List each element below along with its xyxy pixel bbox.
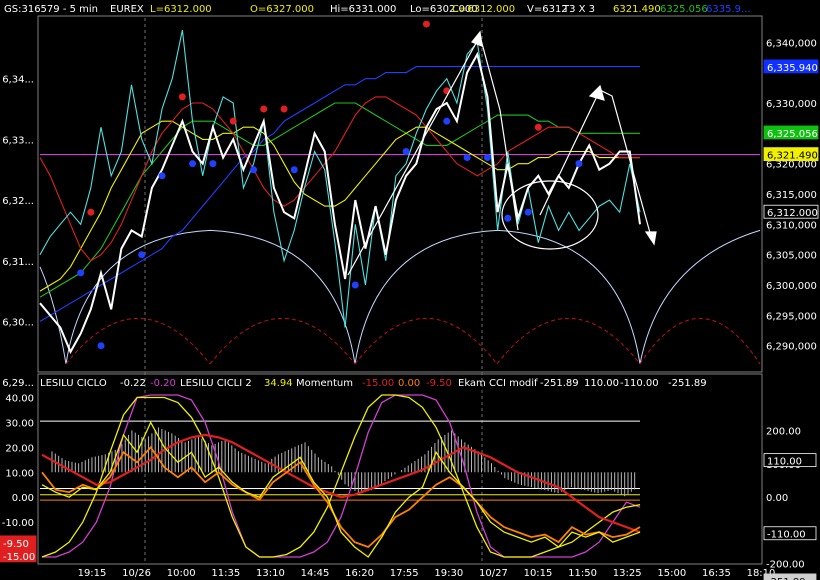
x-tick-label: 11:35 (211, 568, 240, 579)
x-tick-label: 17:55 (390, 568, 419, 579)
indicator-y-tick-right: -200.00 (766, 560, 805, 571)
header-last: L=6312.000 (150, 4, 212, 15)
price-y-tick-right: 6,305,000 (766, 251, 817, 262)
legend-mom-v1: -15.00 (362, 378, 394, 389)
header-ma1: 6321.490 (613, 4, 661, 15)
legend-cci-v3: -110.00 (620, 378, 659, 389)
indicator-y-tick-left: 10.00 (5, 468, 34, 479)
signal-dot (290, 166, 298, 174)
x-tick-label: 15:00 (657, 568, 686, 579)
header-open: O=6327.000 (250, 4, 314, 15)
value-badge-text: 6,312.000 (767, 208, 818, 219)
legend-cycle1-name: LESILU CICLO (40, 378, 107, 389)
legend-mom-v3: -9.50 (426, 378, 452, 389)
signal-dot (209, 160, 217, 168)
price-header: GS:316579 - 5 min EUREX L=6312.000 O=632… (4, 4, 751, 15)
indicator-y-tick-right: 200.00 (766, 427, 801, 438)
x-tick-label: 10:15 (524, 568, 553, 579)
signal-dot (138, 251, 146, 259)
x-tick-label: 19:15 (78, 568, 107, 579)
header-close: C=6312.000 (452, 4, 515, 15)
x-tick-label: 10/26 (122, 568, 151, 579)
trading-chart: GS:316579 - 5 min EUREX L=6312.000 O=632… (0, 4, 819, 580)
header-symbol: GS:316579 - 5 min (4, 4, 98, 15)
signal-dot (504, 214, 512, 222)
value-badge-text: -9.50 (3, 539, 29, 550)
signal-dot (260, 105, 268, 113)
x-tick-label: 10/27 (479, 568, 508, 579)
value-badge-text: -110.00 (767, 530, 806, 541)
signal-dot (422, 20, 430, 28)
header-volume: V=6312 (527, 4, 568, 15)
signal-dot (229, 117, 237, 125)
value-badge-text: 6,325.056 (767, 129, 818, 140)
price-panel-frame (37, 15, 763, 373)
value-badge-text: 6,321.490 (767, 151, 818, 162)
signal-dot (463, 154, 471, 162)
price-y-tick-right: 6,300,000 (766, 281, 817, 292)
indicator-panel-frame (37, 373, 763, 565)
x-tick-label: 13:25 (613, 568, 642, 579)
price-y-tick-left: 6,31... (2, 257, 34, 268)
signal-dot (280, 105, 288, 113)
indicator-legend: LESILU CICLO -0.22 -0.20 LESILU CICLI 2 … (40, 378, 707, 389)
value-badge-text: 110.00 (767, 457, 802, 468)
indicator-y-tick-left: 0.00 (12, 493, 34, 504)
legend-cycle1-v1: -0.22 (120, 378, 146, 389)
indicator-y-tick-left: 40.00 (5, 393, 34, 404)
signal-dot (575, 160, 583, 168)
legend-cycle1-v2: -0.20 (150, 378, 176, 389)
price-y-tick-right: 6,330,000 (766, 99, 817, 110)
price-y-tick-right: 6,290,000 (766, 342, 817, 353)
indicator-y-tick-left: -10.00 (2, 518, 34, 529)
signal-dot (402, 148, 410, 156)
signal-dot (87, 208, 95, 216)
x-tick-label: 16:35 (702, 568, 731, 579)
header-exchange: EUREX (110, 4, 144, 15)
signal-dot (158, 172, 166, 180)
value-badge-text: 6,335.940 (767, 63, 818, 74)
price-y-tick-left: 6,30... (2, 317, 34, 328)
legend-cci-v4: -251.89 (668, 378, 707, 389)
legend-mom-name: Momentum (296, 378, 353, 389)
header-high: Hi=6331.000 (330, 4, 396, 15)
price-y-tick-right: 6,310,000 (766, 220, 817, 231)
signal-dot (534, 123, 542, 131)
signal-dot (77, 269, 85, 277)
indicator-y-tick-right: 0.00 (766, 493, 788, 504)
signal-dot (178, 93, 186, 101)
signal-dot (189, 160, 197, 168)
header-ma3: 6335.9... (706, 4, 751, 15)
signal-dot (97, 342, 105, 350)
legend-cycle2-v1: 34.94 (264, 378, 293, 389)
price-y-tick-left: 6,29... (2, 378, 34, 389)
value-badge-text: -15.00 (3, 552, 35, 563)
price-y-tick-right: 6,295,000 (766, 311, 817, 322)
signal-dot (250, 166, 258, 174)
price-y-tick-left: 6,33... (2, 135, 34, 146)
indicator-y-tick-left: 20.00 (5, 443, 34, 454)
signal-dot (524, 208, 532, 216)
x-tick-label: 10:00 (167, 568, 196, 579)
price-y-tick-left: 6,34... (2, 75, 34, 86)
header-multiplier: T3 X 3 (562, 4, 595, 15)
legend-cci-v1: -251.89 (540, 378, 579, 389)
signal-dot (351, 281, 359, 289)
x-tick-label: 11:50 (568, 568, 597, 579)
signal-dot (443, 117, 451, 125)
price-y-tick-right: 6,340,000 (766, 38, 817, 49)
x-tick-label: 16:20 (345, 568, 374, 579)
legend-cci-name: Ekam CCI modif (458, 378, 538, 389)
legend-mom-v2: 0.00 (398, 378, 420, 389)
legend-cci-v2: 110.00 (584, 378, 619, 389)
signal-dot (483, 154, 491, 162)
price-y-tick-left: 6,32... (2, 196, 34, 207)
header-ma2: 6325.056 (660, 4, 708, 15)
x-tick-label: 19:30 (434, 568, 463, 579)
indicator-y-tick-left: 30.00 (5, 418, 34, 429)
legend-cycle2-name: LESILU CICLI 2 (180, 378, 252, 389)
price-y-tick-right: 6,315,000 (766, 190, 817, 201)
x-tick-label: 13:10 (256, 568, 285, 579)
x-tick-label: 14:45 (301, 568, 330, 579)
